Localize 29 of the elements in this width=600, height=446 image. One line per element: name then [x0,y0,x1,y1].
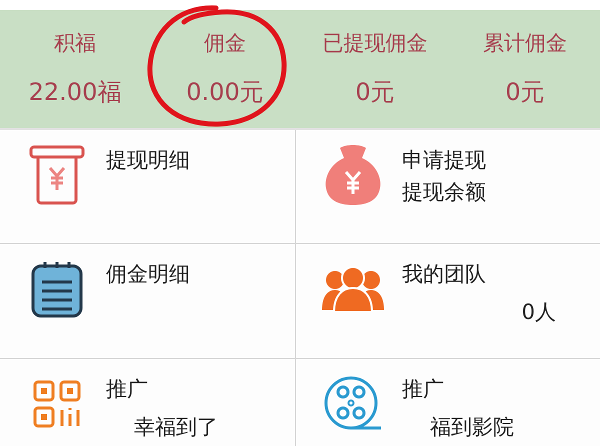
menu-item[interactable]: 推广 幸福到了 [0,359,295,446]
menu-item[interactable]: 佣金明细 [0,244,295,358]
stat-value: 0元 [505,76,545,108]
stat-label: 积福 [54,30,96,58]
stat-value: 0元 [355,76,395,108]
stat-value: 0.00元 [186,76,264,108]
menu-title: 我的团队 [402,261,486,288]
stat-label: 累计佣金 [483,30,567,58]
menu-detail: 幸福到了 [134,414,218,441]
menu-detail: 福到影院 [430,414,514,441]
people-icon [322,266,384,312]
menu-item[interactable]: 申请提现 提现余额 [296,130,600,243]
menu-item[interactable]: 推广 福到影院 [296,359,600,446]
menu-item[interactable]: 提现明细 [0,130,295,243]
menu-title: 提现明细 [106,147,190,174]
menu-title: 推广 [106,376,148,403]
menu-subtitle: 提现余额 [402,179,486,206]
qr-code-icon [33,380,81,428]
menu-title: 推广 [402,376,444,403]
menu-title: 佣金明细 [106,261,190,288]
notepad-icon [31,260,83,318]
receipt-yen-icon [29,144,85,206]
menu-detail: 0人 [522,299,556,326]
stat-label: 佣金 [204,30,246,58]
money-bag-icon [324,144,382,206]
stat-label: 已提现佣金 [322,30,428,58]
menu-item[interactable]: 我的团队 0人 [296,244,600,358]
menu-title: 申请提现 [402,147,486,174]
stat-value: 22.00福 [28,76,122,108]
